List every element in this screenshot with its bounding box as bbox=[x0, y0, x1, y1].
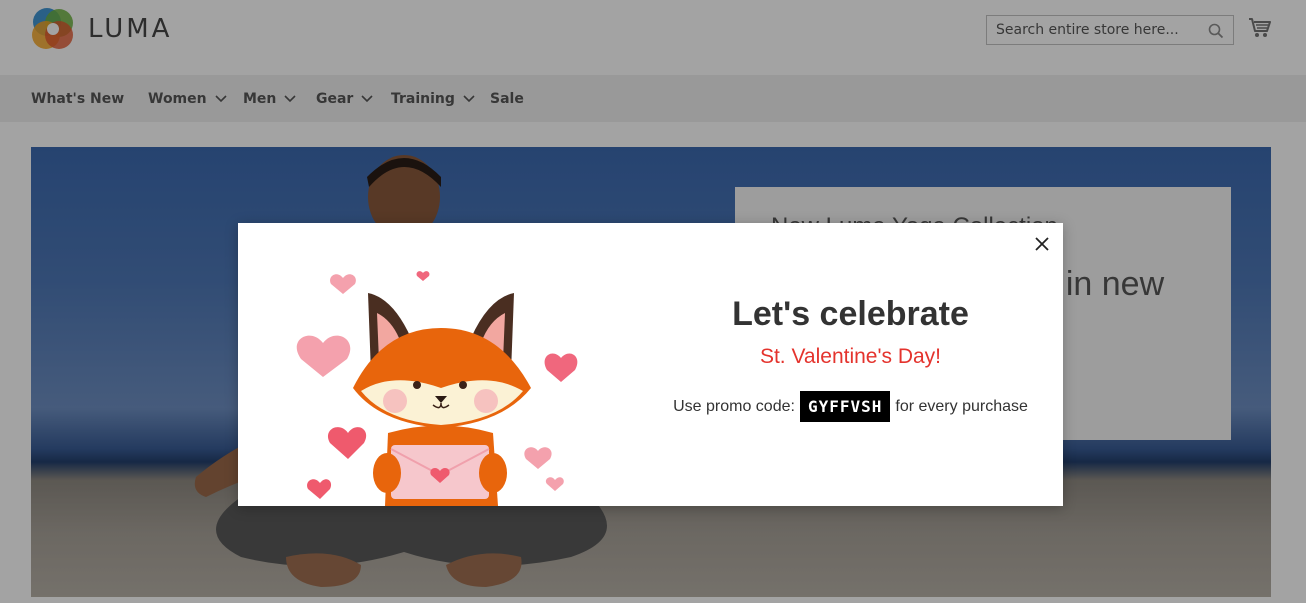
promo-code-line: Use promo code: GYFFVSH for every purcha… bbox=[665, 391, 1036, 422]
fox-valentine-illustration bbox=[296, 271, 578, 506]
promo-subtitle: St. Valentine's Day! bbox=[759, 345, 942, 368]
promo-modal: Let's celebrate St. Valentine's Day! Use… bbox=[238, 223, 1063, 506]
promo-title: Let's celebrate bbox=[732, 295, 969, 333]
promo-code-badge[interactable]: GYFFVSH bbox=[799, 391, 891, 422]
promo-suffix: for every purchase bbox=[895, 397, 1028, 415]
close-button[interactable] bbox=[1031, 233, 1053, 255]
close-icon bbox=[1035, 237, 1049, 251]
promo-prefix: Use promo code: bbox=[673, 397, 795, 415]
